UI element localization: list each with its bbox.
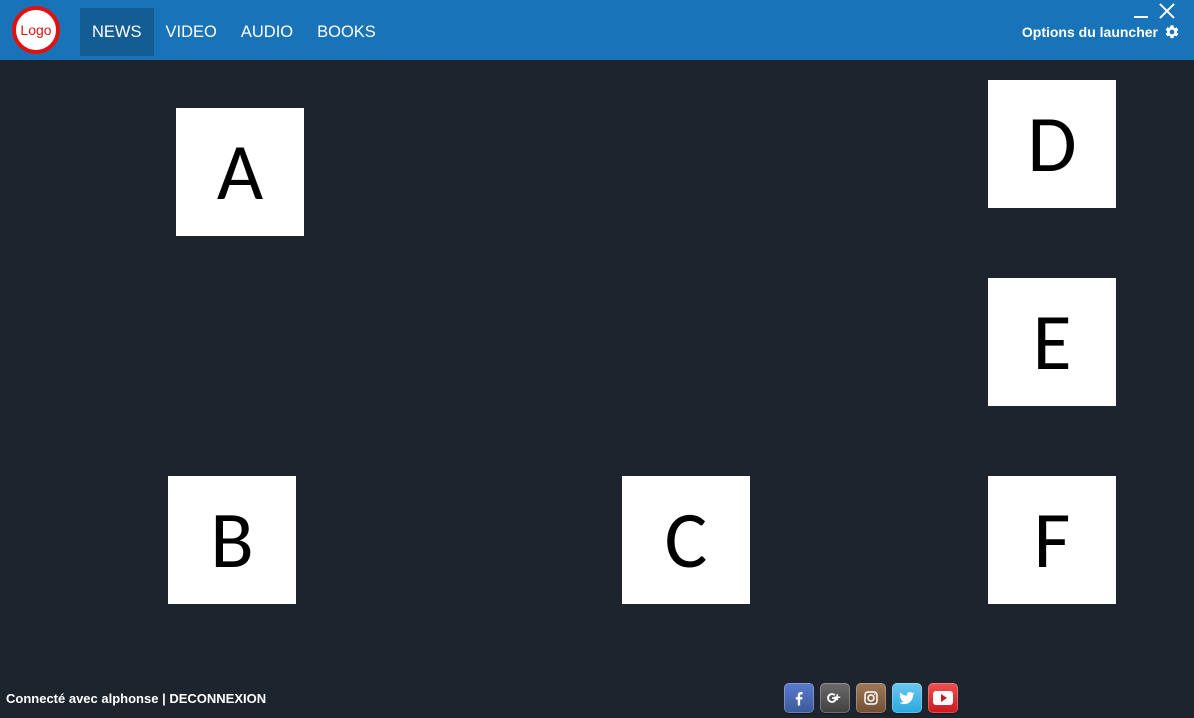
- status-separator: |: [158, 691, 169, 706]
- tab-audio[interactable]: AUDIO: [229, 8, 305, 56]
- instagram-icon[interactable]: [856, 683, 886, 713]
- minimize-icon[interactable]: [1134, 6, 1148, 20]
- connected-username: alphonse: [101, 691, 158, 706]
- youtube-icon[interactable]: [928, 683, 958, 713]
- launcher-options-label: Options du launcher: [1022, 24, 1158, 40]
- youtube-play-icon: [933, 691, 953, 705]
- tile-e[interactable]: E: [988, 278, 1116, 406]
- header-bar: Logo NEWS VIDEO AUDIO BOOKS Options du l…: [0, 0, 1194, 60]
- footer-bar: Connecté avec alphonse | DECONNEXION: [0, 680, 1194, 718]
- google-plus-icon[interactable]: [820, 683, 850, 713]
- tile-a[interactable]: A: [176, 108, 304, 236]
- tab-video[interactable]: VIDEO: [154, 8, 229, 56]
- connection-status: Connecté avec alphonse | DECONNEXION: [6, 691, 266, 706]
- tile-f[interactable]: F: [988, 476, 1116, 604]
- app-logo[interactable]: Logo: [12, 6, 60, 54]
- tab-news[interactable]: NEWS: [80, 8, 154, 56]
- window-controls: [1134, 2, 1176, 20]
- nav-tabs: NEWS VIDEO AUDIO BOOKS: [80, 0, 388, 60]
- tab-books[interactable]: BOOKS: [305, 8, 388, 56]
- tile-b[interactable]: B: [168, 476, 296, 604]
- tile-d[interactable]: D: [988, 80, 1116, 208]
- twitter-icon[interactable]: [892, 683, 922, 713]
- header-right: Options du launcher: [1022, 0, 1186, 60]
- content-area: A B C D E F: [0, 60, 1194, 680]
- logout-link[interactable]: DECONNEXION: [169, 691, 266, 706]
- social-buttons: [784, 683, 958, 713]
- connected-prefix: Connecté avec: [6, 691, 101, 706]
- tile-c[interactable]: C: [622, 476, 750, 604]
- close-icon[interactable]: [1158, 2, 1176, 20]
- gear-icon: [1164, 24, 1180, 40]
- launcher-options-button[interactable]: Options du launcher: [1022, 24, 1180, 40]
- facebook-icon[interactable]: [784, 683, 814, 713]
